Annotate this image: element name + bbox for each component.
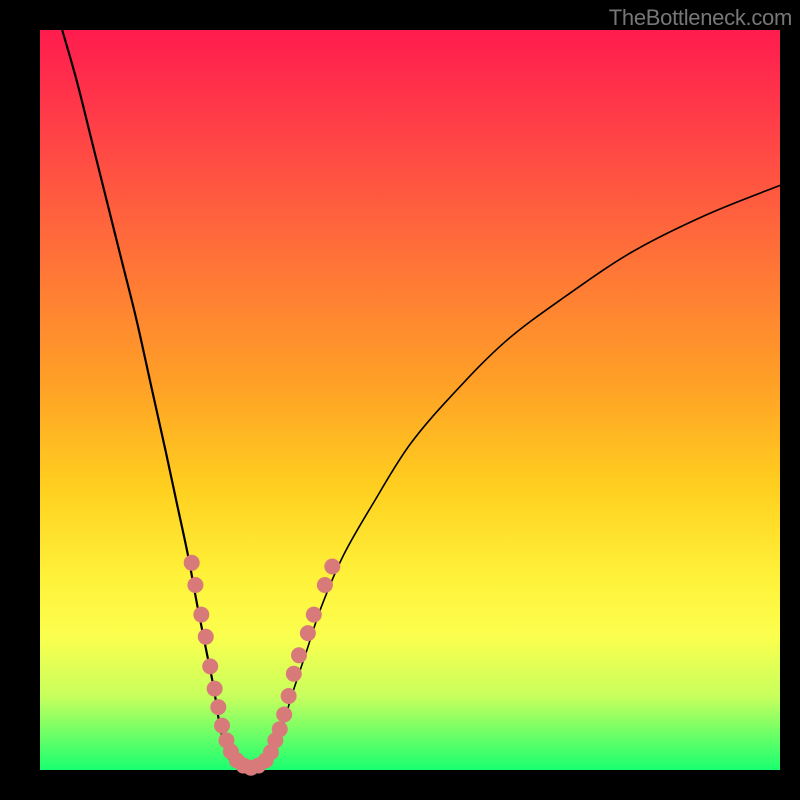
data-point (291, 647, 307, 663)
data-point (272, 721, 288, 737)
data-point (202, 658, 218, 674)
curve-left-branch (62, 30, 232, 764)
data-point (324, 559, 340, 575)
plot-area (40, 30, 780, 770)
scatter-points (184, 555, 341, 776)
chart-svg (40, 30, 780, 770)
watermark-label: TheBottleneck.com (609, 5, 792, 31)
data-point (184, 555, 200, 571)
data-point (207, 681, 223, 697)
data-point (286, 666, 302, 682)
chart-frame: TheBottleneck.com (0, 0, 800, 800)
data-point (306, 607, 322, 623)
data-point (281, 688, 297, 704)
data-point (193, 607, 209, 623)
line-series (62, 30, 780, 770)
data-point (187, 577, 203, 593)
curve-right-branch (269, 185, 780, 759)
data-point (210, 699, 226, 715)
data-point (276, 707, 292, 723)
data-point (198, 629, 214, 645)
data-point (214, 718, 230, 734)
data-point (300, 625, 316, 641)
data-point (317, 577, 333, 593)
